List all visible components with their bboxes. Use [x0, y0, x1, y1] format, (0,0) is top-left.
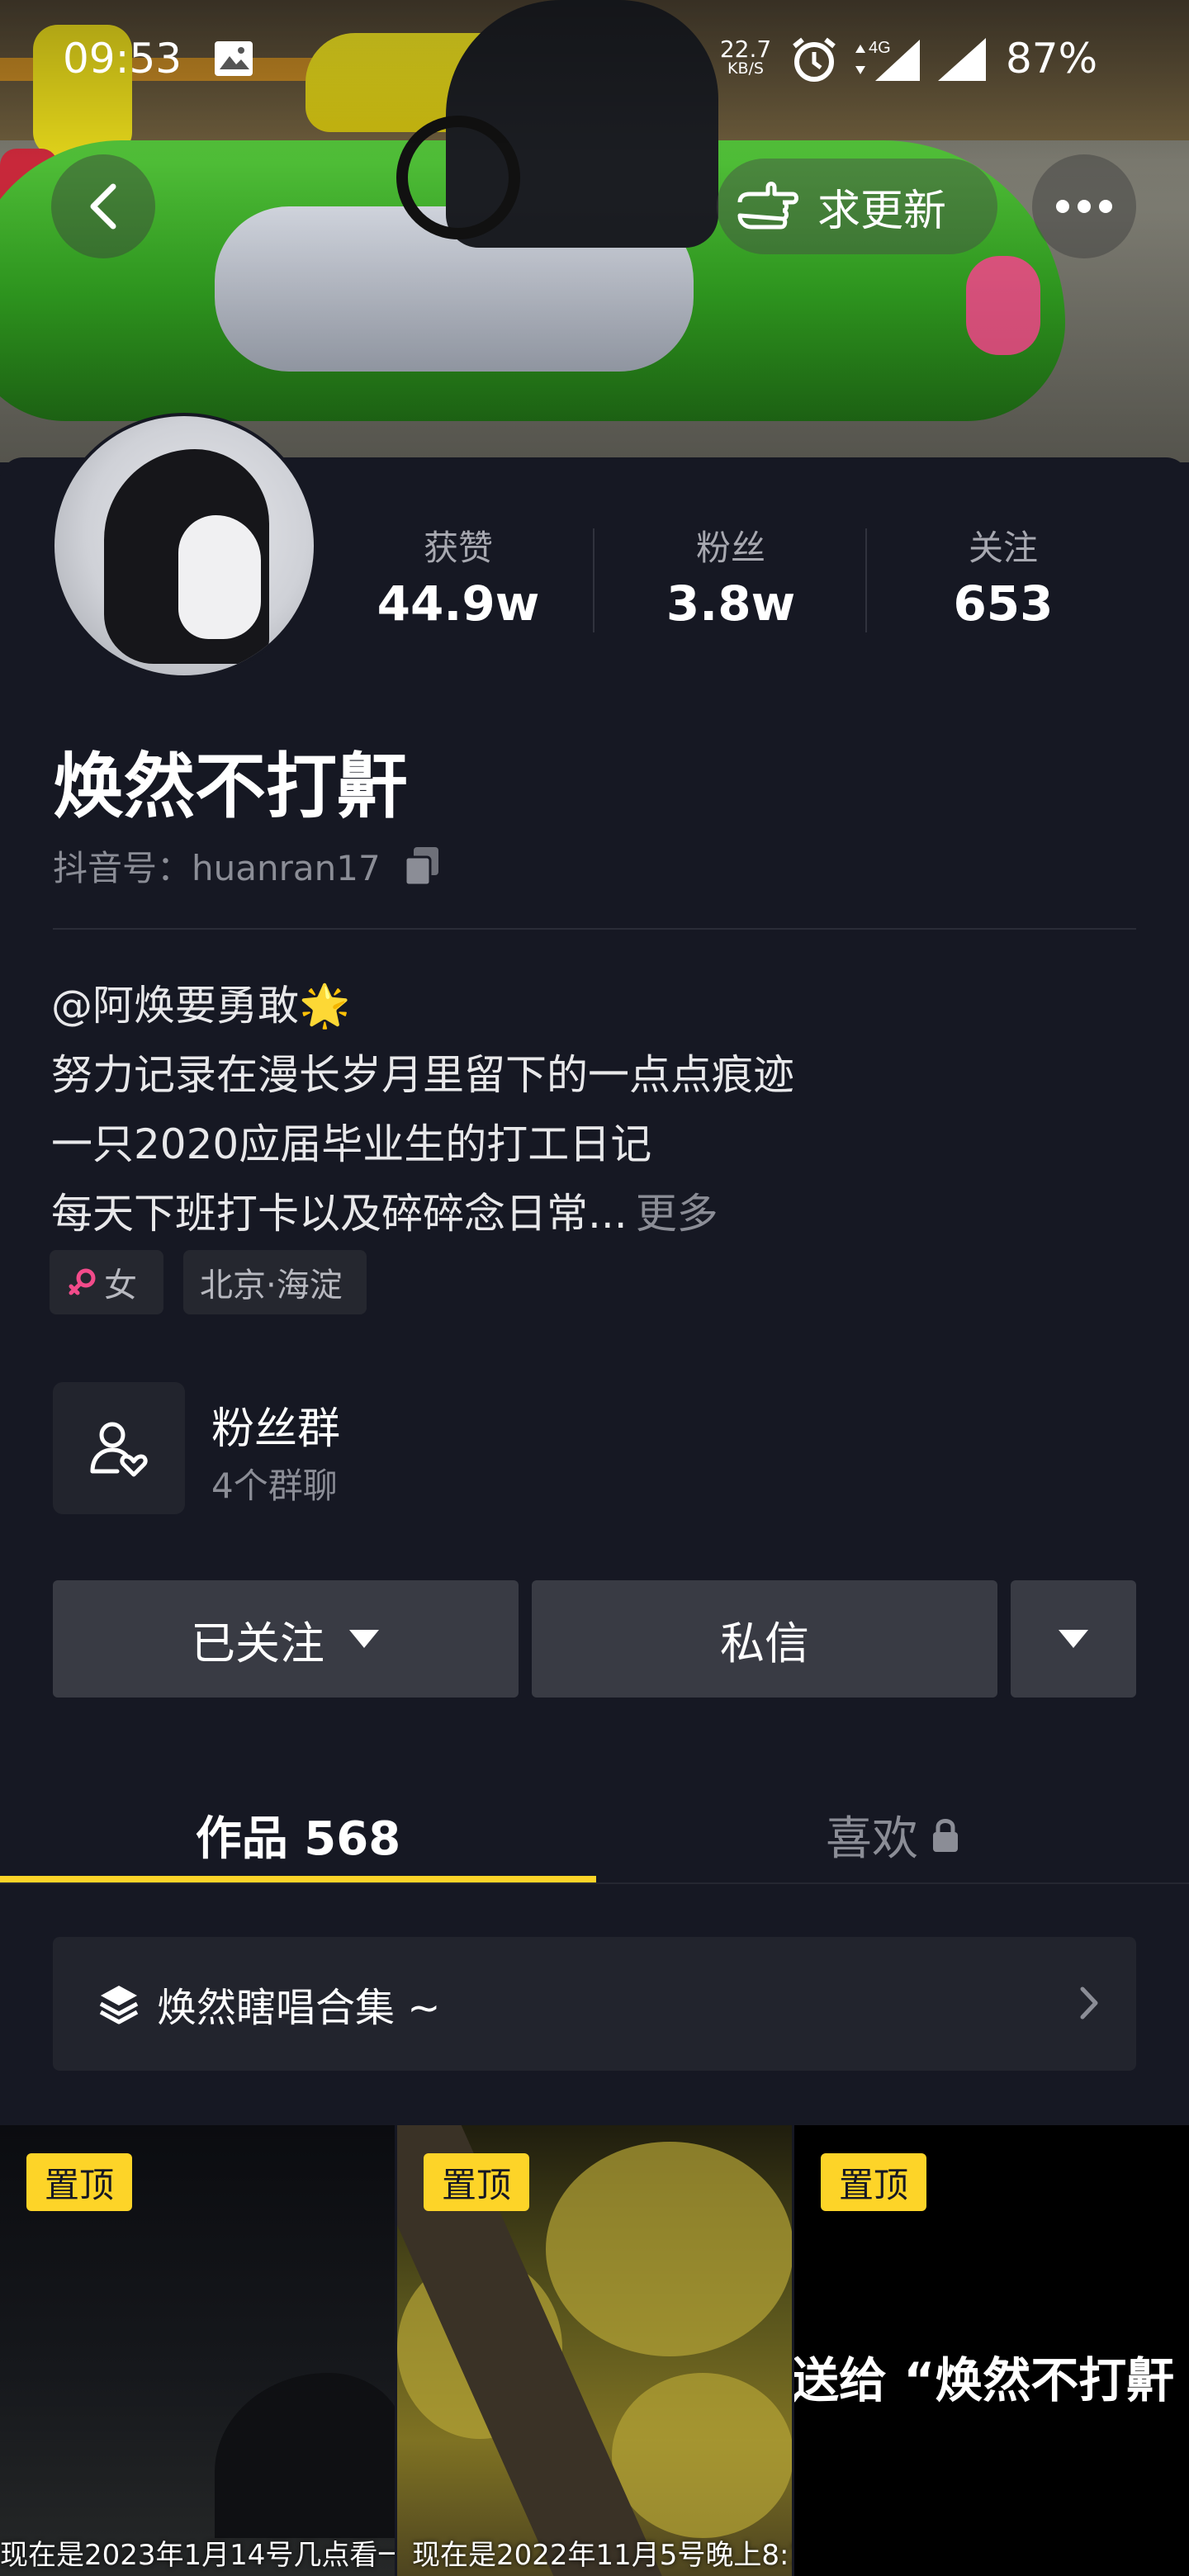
stat-divider [593, 528, 594, 632]
video-thumbnail[interactable]: 置顶 现在是2022年11月5号晚上8:10 [397, 2125, 792, 2576]
request-update-label: 求更新 [817, 186, 947, 236]
stat-fans[interactable]: 粉丝 3.8w [615, 520, 846, 632]
gender-tag: 女 [50, 1250, 163, 1314]
followed-label: 已关注 [191, 1617, 324, 1669]
fan-group-subtitle: 4个群聊 [211, 1466, 338, 1506]
stat-likes-value: 44.9w [377, 575, 540, 632]
stat-likes-label: 获赞 [423, 528, 493, 568]
pinned-badge: 置顶 [26, 2153, 132, 2211]
stat-fans-value: 3.8w [666, 575, 796, 632]
message-label: 私信 [720, 1617, 809, 1669]
pointing-hand-icon [737, 182, 798, 230]
thumb-foliage [612, 2373, 792, 2538]
bio-line-text: 每天下班打卡以及碎碎念日常... [51, 1190, 628, 1238]
video-caption: 现在是2022年11月5号晚上8:10 [412, 2539, 792, 2572]
female-icon [69, 1268, 96, 1295]
followed-button[interactable]: 已关注 [53, 1580, 519, 1698]
stat-likes[interactable]: 获赞 44.9w [343, 520, 574, 632]
stat-following[interactable]: 关注 653 [888, 520, 1119, 632]
recommend-dropdown-button[interactable] [1011, 1580, 1136, 1698]
tab-likes[interactable]: 喜欢 [596, 1783, 1189, 1886]
tab-active-indicator [0, 1876, 596, 1882]
avatar[interactable] [51, 413, 317, 679]
layers-icon [99, 1986, 139, 2024]
thumb-silhouette [215, 2373, 395, 2538]
request-update-button[interactable]: 求更新 [717, 159, 997, 254]
douyin-id-text: 抖音号：huanran17 [53, 848, 381, 888]
stat-following-value: 653 [953, 575, 1054, 632]
pinned-badge: 置顶 [821, 2153, 926, 2211]
bio-line: 努力记录在漫长岁月里留下的一点点痕迹 [51, 1051, 794, 1099]
message-button[interactable]: 私信 [532, 1580, 997, 1698]
copy-icon[interactable] [402, 845, 442, 887]
thumb-foliage [546, 2142, 792, 2356]
chevron-left-icon [90, 183, 116, 230]
gender-text: 女 [104, 1267, 137, 1305]
location-text: 北京·海淀 [200, 1267, 343, 1305]
mobile-data-icon: 4G [855, 39, 920, 81]
gallery-icon [215, 41, 253, 76]
signal-icon [938, 38, 986, 81]
tab-works-label: 作品 568 [195, 1811, 401, 1866]
stat-fans-label: 粉丝 [695, 528, 765, 568]
collection-label: 焕然瞎唱合集 ~ [157, 1985, 441, 2031]
fan-group-icon-box[interactable] [53, 1382, 185, 1514]
video-thumbnail[interactable]: 置顶 送给 “焕然不打鼾 [794, 2125, 1189, 2576]
status-time: 09:53 [63, 35, 182, 83]
network-speed: 22.7 KB/S [717, 38, 775, 77]
more-button[interactable] [1032, 154, 1136, 258]
battery-percent: 87% [1006, 35, 1098, 83]
caret-down-icon [1059, 1630, 1088, 1648]
collection-bar[interactable]: 焕然瞎唱合集 ~ [53, 1937, 1136, 2071]
bio-line-last: 每天下班打卡以及碎碎念日常... 更多 [51, 1181, 718, 1240]
back-button[interactable] [51, 154, 155, 258]
profile-nickname: 焕然不打鼾 [53, 746, 408, 828]
chevron-right-icon [1080, 1986, 1098, 2020]
network-speed-value: 22.7 [719, 36, 772, 63]
location-tag[interactable]: 北京·海淀 [183, 1250, 367, 1314]
fan-group-title[interactable]: 粉丝群 [211, 1394, 340, 1456]
bio-more-link[interactable]: 更多 [636, 1190, 718, 1238]
alarm-icon [793, 37, 836, 82]
network-type: 4G [869, 39, 891, 57]
fan-group-icon [90, 1422, 148, 1477]
video-caption: 现在是2023年1月14号几点看一眼 [0, 2539, 395, 2572]
douyin-id: 抖音号：huanran17 [53, 841, 442, 891]
lock-icon [933, 1819, 958, 1852]
tab-works[interactable]: 作品 568 [0, 1783, 596, 1886]
section-divider [53, 928, 1136, 930]
caret-down-icon [349, 1630, 379, 1648]
bio-line: 一只2020应届毕业生的打工日记 [51, 1120, 652, 1168]
video-overlay-text: 送给 “焕然不打鼾 [794, 2352, 1175, 2408]
stat-divider [865, 528, 867, 632]
more-dots-icon [1056, 200, 1112, 213]
pinned-badge: 置顶 [424, 2153, 529, 2211]
network-speed-unit: KB/S [727, 59, 764, 78]
tab-likes-label: 喜欢 [826, 1811, 918, 1866]
avatar-face [178, 515, 261, 639]
video-thumbnail[interactable]: 置顶 现在是2023年1月14号几点看一眼 [0, 2125, 395, 2576]
avatar-photo [54, 416, 314, 675]
stat-following-label: 关注 [968, 528, 1038, 568]
tab-divider [0, 1882, 1189, 1884]
bio-line[interactable]: @阿焕要勇敢🌟 [51, 973, 350, 1032]
